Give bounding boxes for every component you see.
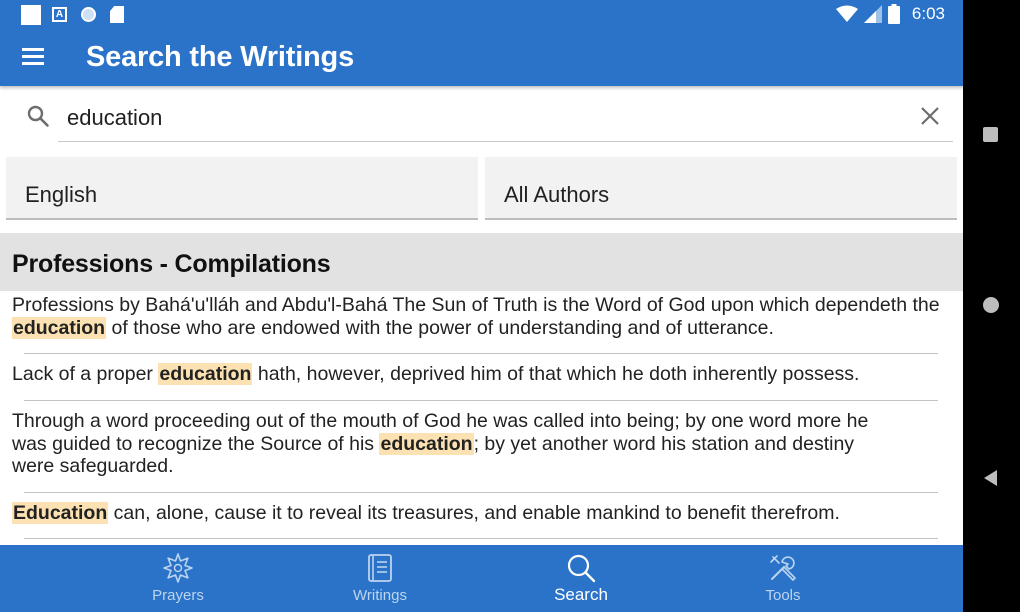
result-snippet[interactable]: Lack of a proper education hath, however… xyxy=(12,363,942,386)
status-time: 6:03 xyxy=(911,4,945,23)
result-group-header: Professions - Compilations xyxy=(0,233,963,291)
divider xyxy=(24,538,938,539)
snippet-text: Professions by Bahá'u'lláh and Abdu'l-Ba… xyxy=(12,294,940,316)
nav-item-prayers[interactable]: Prayers xyxy=(77,545,279,612)
search-icon xyxy=(567,554,596,583)
nav-item-search[interactable]: Search xyxy=(480,545,682,612)
search-row xyxy=(0,86,963,146)
star-burst-icon xyxy=(163,553,193,583)
search-input[interactable] xyxy=(58,94,953,142)
match-highlight: education xyxy=(379,432,474,455)
match-highlight: education xyxy=(158,363,253,385)
battery-icon xyxy=(887,4,900,24)
status-bar: A 6:03 xyxy=(0,0,963,28)
nav-item-tools[interactable]: Tools xyxy=(682,545,884,612)
bottom-navigation: Prayers Writings Search Tools xyxy=(0,545,963,612)
square-icon xyxy=(21,5,41,25)
recents-icon[interactable] xyxy=(983,127,998,142)
result-snippet[interactable]: Education can, alone, cause it to reveal… xyxy=(12,502,942,525)
circle-icon xyxy=(81,7,96,22)
result-snippet[interactable]: Through a word proceeding out of the mou… xyxy=(12,410,882,478)
nav-label: Writings xyxy=(353,587,407,604)
result-snippet[interactable]: Professions by Bahá'u'lláh and Abdu'l-Ba… xyxy=(12,294,942,339)
snippet-text: hath, however, deprived him of that whic… xyxy=(252,363,860,385)
app-bar: Search the Writings xyxy=(0,28,963,86)
nav-label: Prayers xyxy=(152,587,204,604)
divider xyxy=(24,400,938,401)
author-select[interactable]: All Authors xyxy=(485,157,957,220)
match-highlight: education xyxy=(12,316,107,339)
signal-icon xyxy=(863,5,882,23)
divider xyxy=(24,353,938,354)
sd-card-icon xyxy=(110,6,124,23)
divider xyxy=(24,492,938,493)
wifi-icon xyxy=(835,5,858,22)
tools-icon xyxy=(770,555,796,581)
language-select[interactable]: English xyxy=(6,157,478,220)
home-icon[interactable] xyxy=(983,297,999,313)
back-icon[interactable] xyxy=(984,470,997,486)
result-group-title: Professions - Compilations xyxy=(12,250,331,278)
snippet-text: Lack of a proper xyxy=(12,363,159,385)
status-indicators: 6:03 xyxy=(835,4,945,24)
app-screen: A 6:03 Search the Writings education Eng… xyxy=(0,0,963,612)
hamburger-menu-icon[interactable] xyxy=(20,45,46,67)
close-icon[interactable] xyxy=(918,104,942,128)
nav-label: Search xyxy=(554,585,608,604)
a-icon: A xyxy=(52,7,67,22)
nav-item-writings[interactable]: Writings xyxy=(279,545,481,612)
match-highlight: Education xyxy=(12,502,109,524)
page-title: Search the Writings xyxy=(86,41,355,73)
book-icon xyxy=(368,554,392,582)
snippet-text: can, alone, cause it to reveal its treas… xyxy=(108,502,840,524)
snippet-text: of those who are endowed with the power … xyxy=(106,316,774,339)
search-icon xyxy=(27,105,49,127)
nav-label: Tools xyxy=(765,587,801,604)
system-navigation-bar xyxy=(963,0,1020,612)
